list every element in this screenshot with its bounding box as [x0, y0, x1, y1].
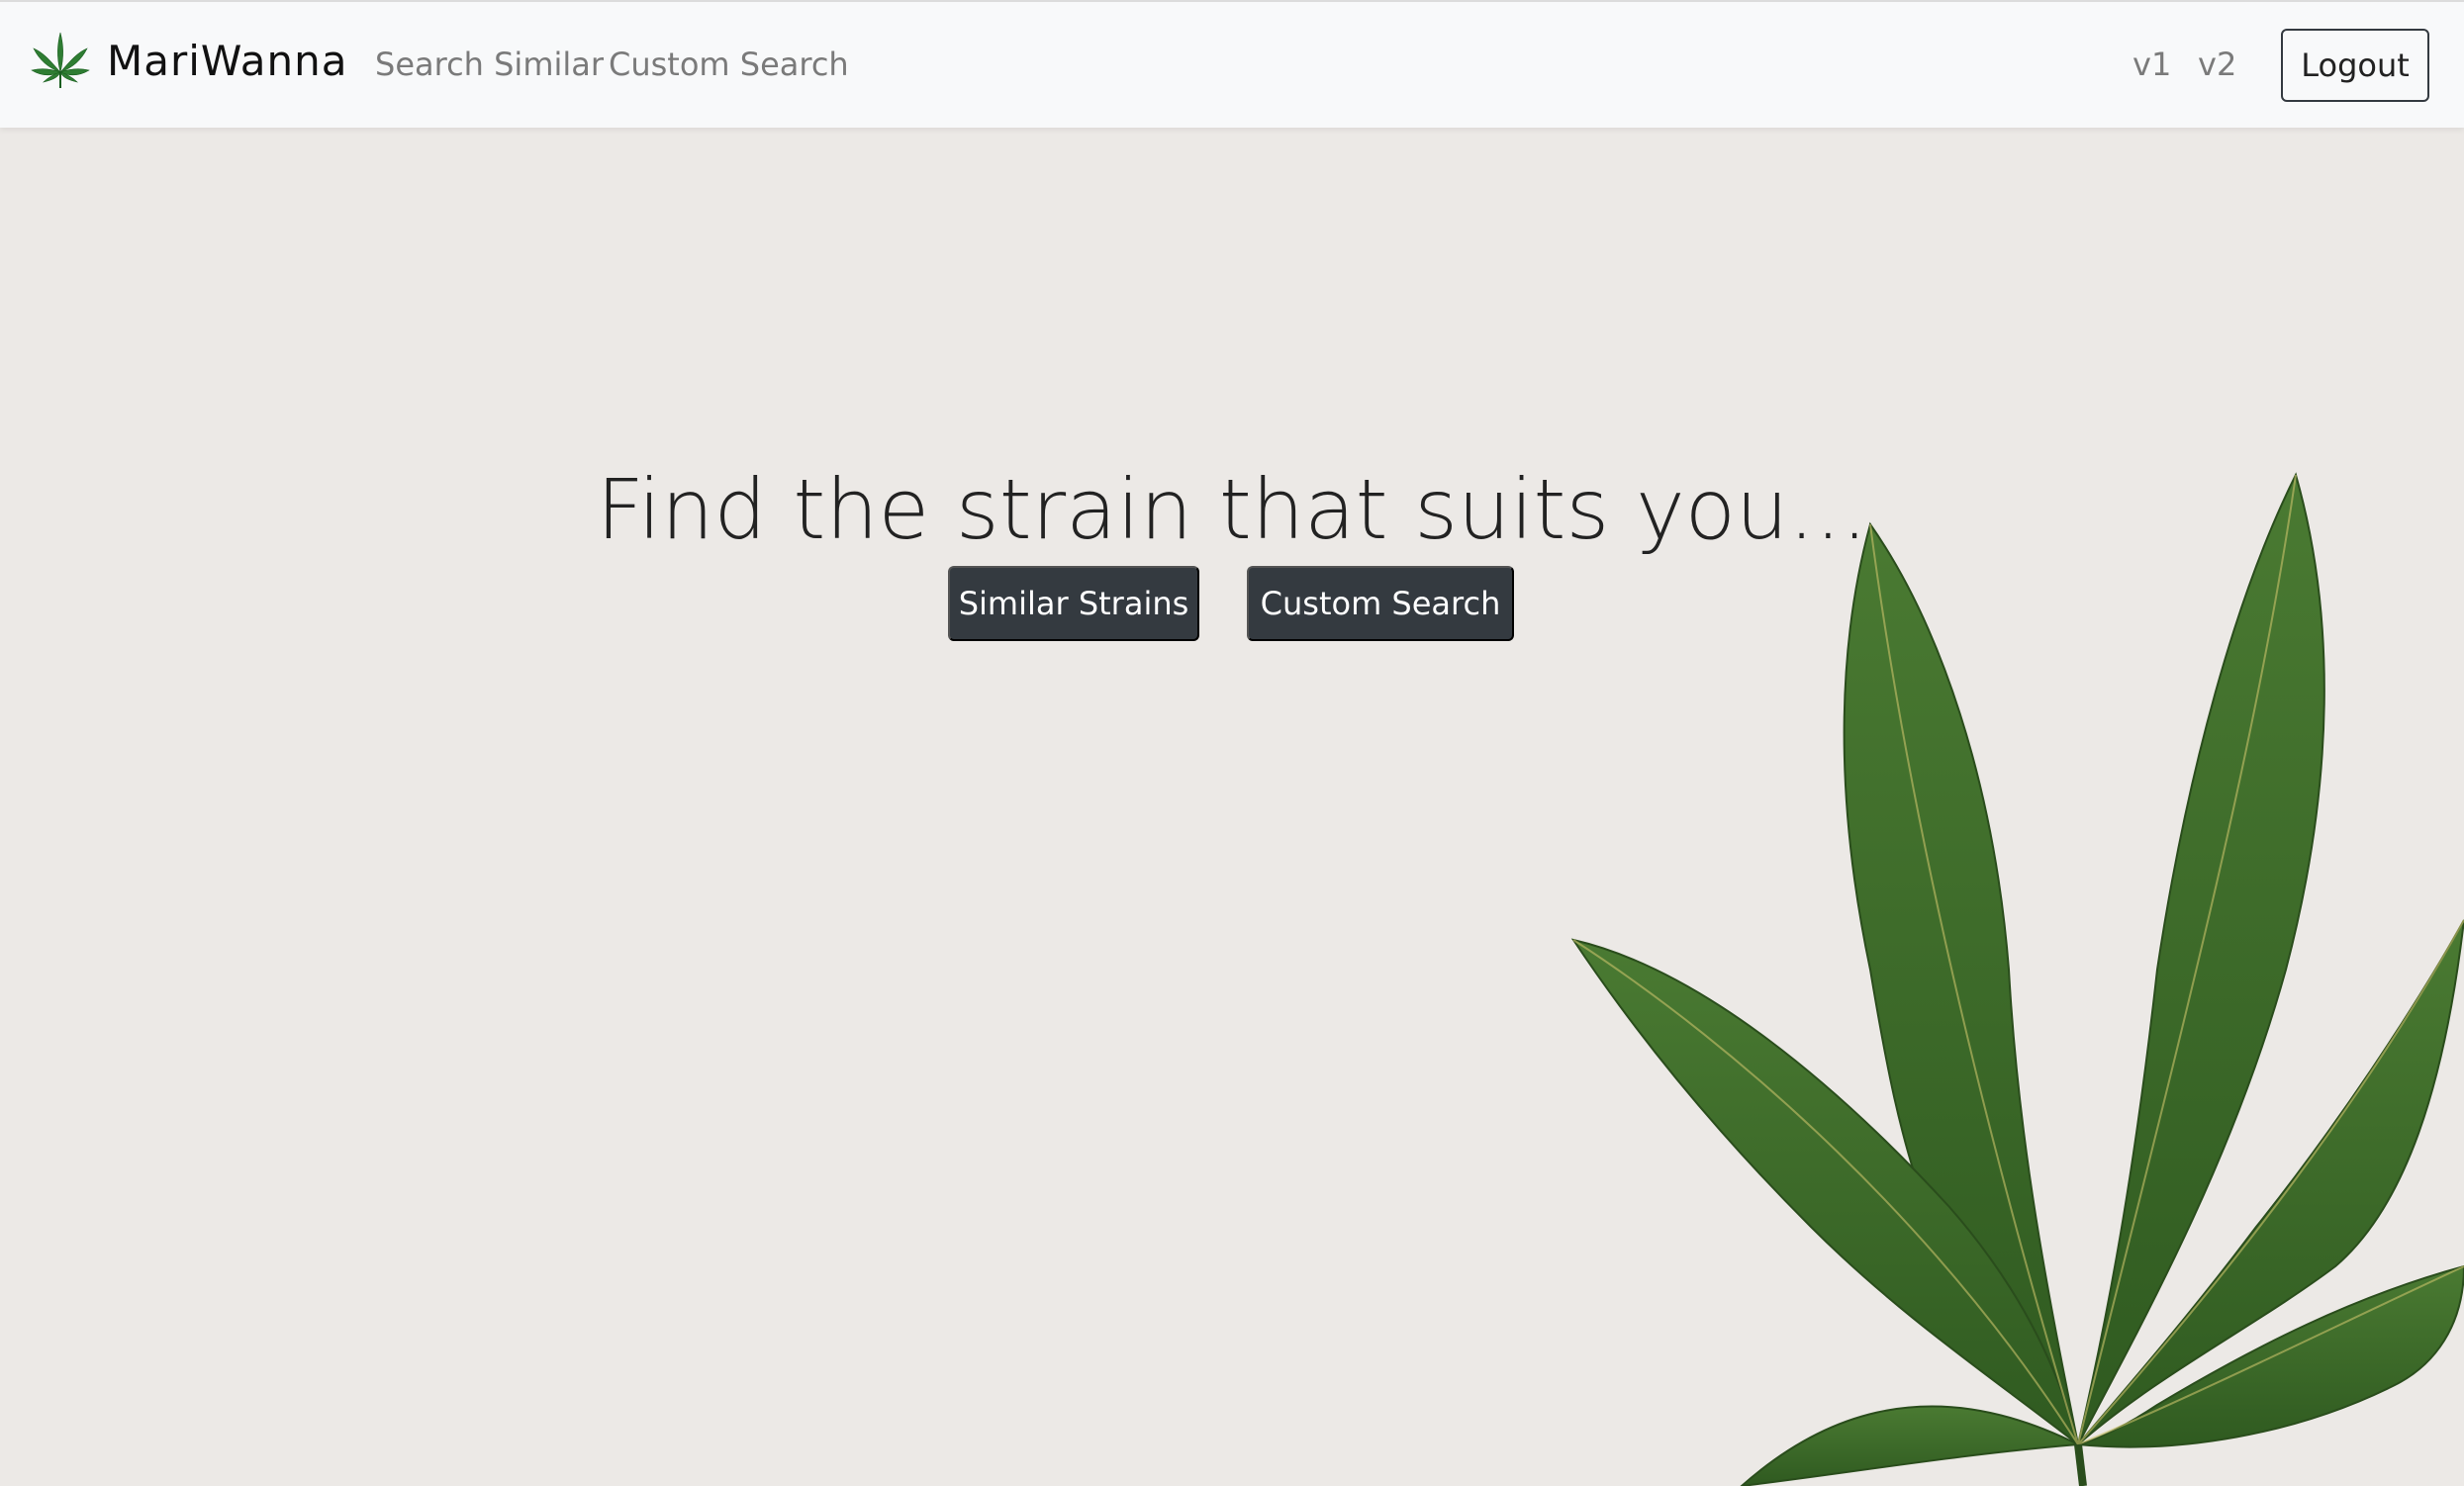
- cannabis-leaf-image: [1570, 472, 2464, 1486]
- cannabis-leaf-icon: [31, 32, 90, 88]
- similar-strains-button[interactable]: Similar Strains: [948, 566, 1199, 641]
- brand-name: MariWanna: [107, 36, 348, 85]
- brand[interactable]: MariWanna: [30, 28, 347, 93]
- custom-search-button[interactable]: Custom Search: [1247, 566, 1514, 641]
- nav-v2[interactable]: v2: [2198, 46, 2236, 83]
- nav-search-similar[interactable]: Search Similar: [375, 46, 604, 83]
- navbar: MariWanna Search Similar Custom Search v…: [0, 0, 2464, 128]
- hero-title: Find the strain that suits you...: [596, 461, 1868, 559]
- logout-button[interactable]: Logout: [2281, 29, 2429, 102]
- page: MariWanna Search Similar Custom Search v…: [0, 0, 2464, 1486]
- nav-custom-search[interactable]: Custom Search: [609, 46, 849, 83]
- nav-v1[interactable]: v1: [2132, 46, 2171, 83]
